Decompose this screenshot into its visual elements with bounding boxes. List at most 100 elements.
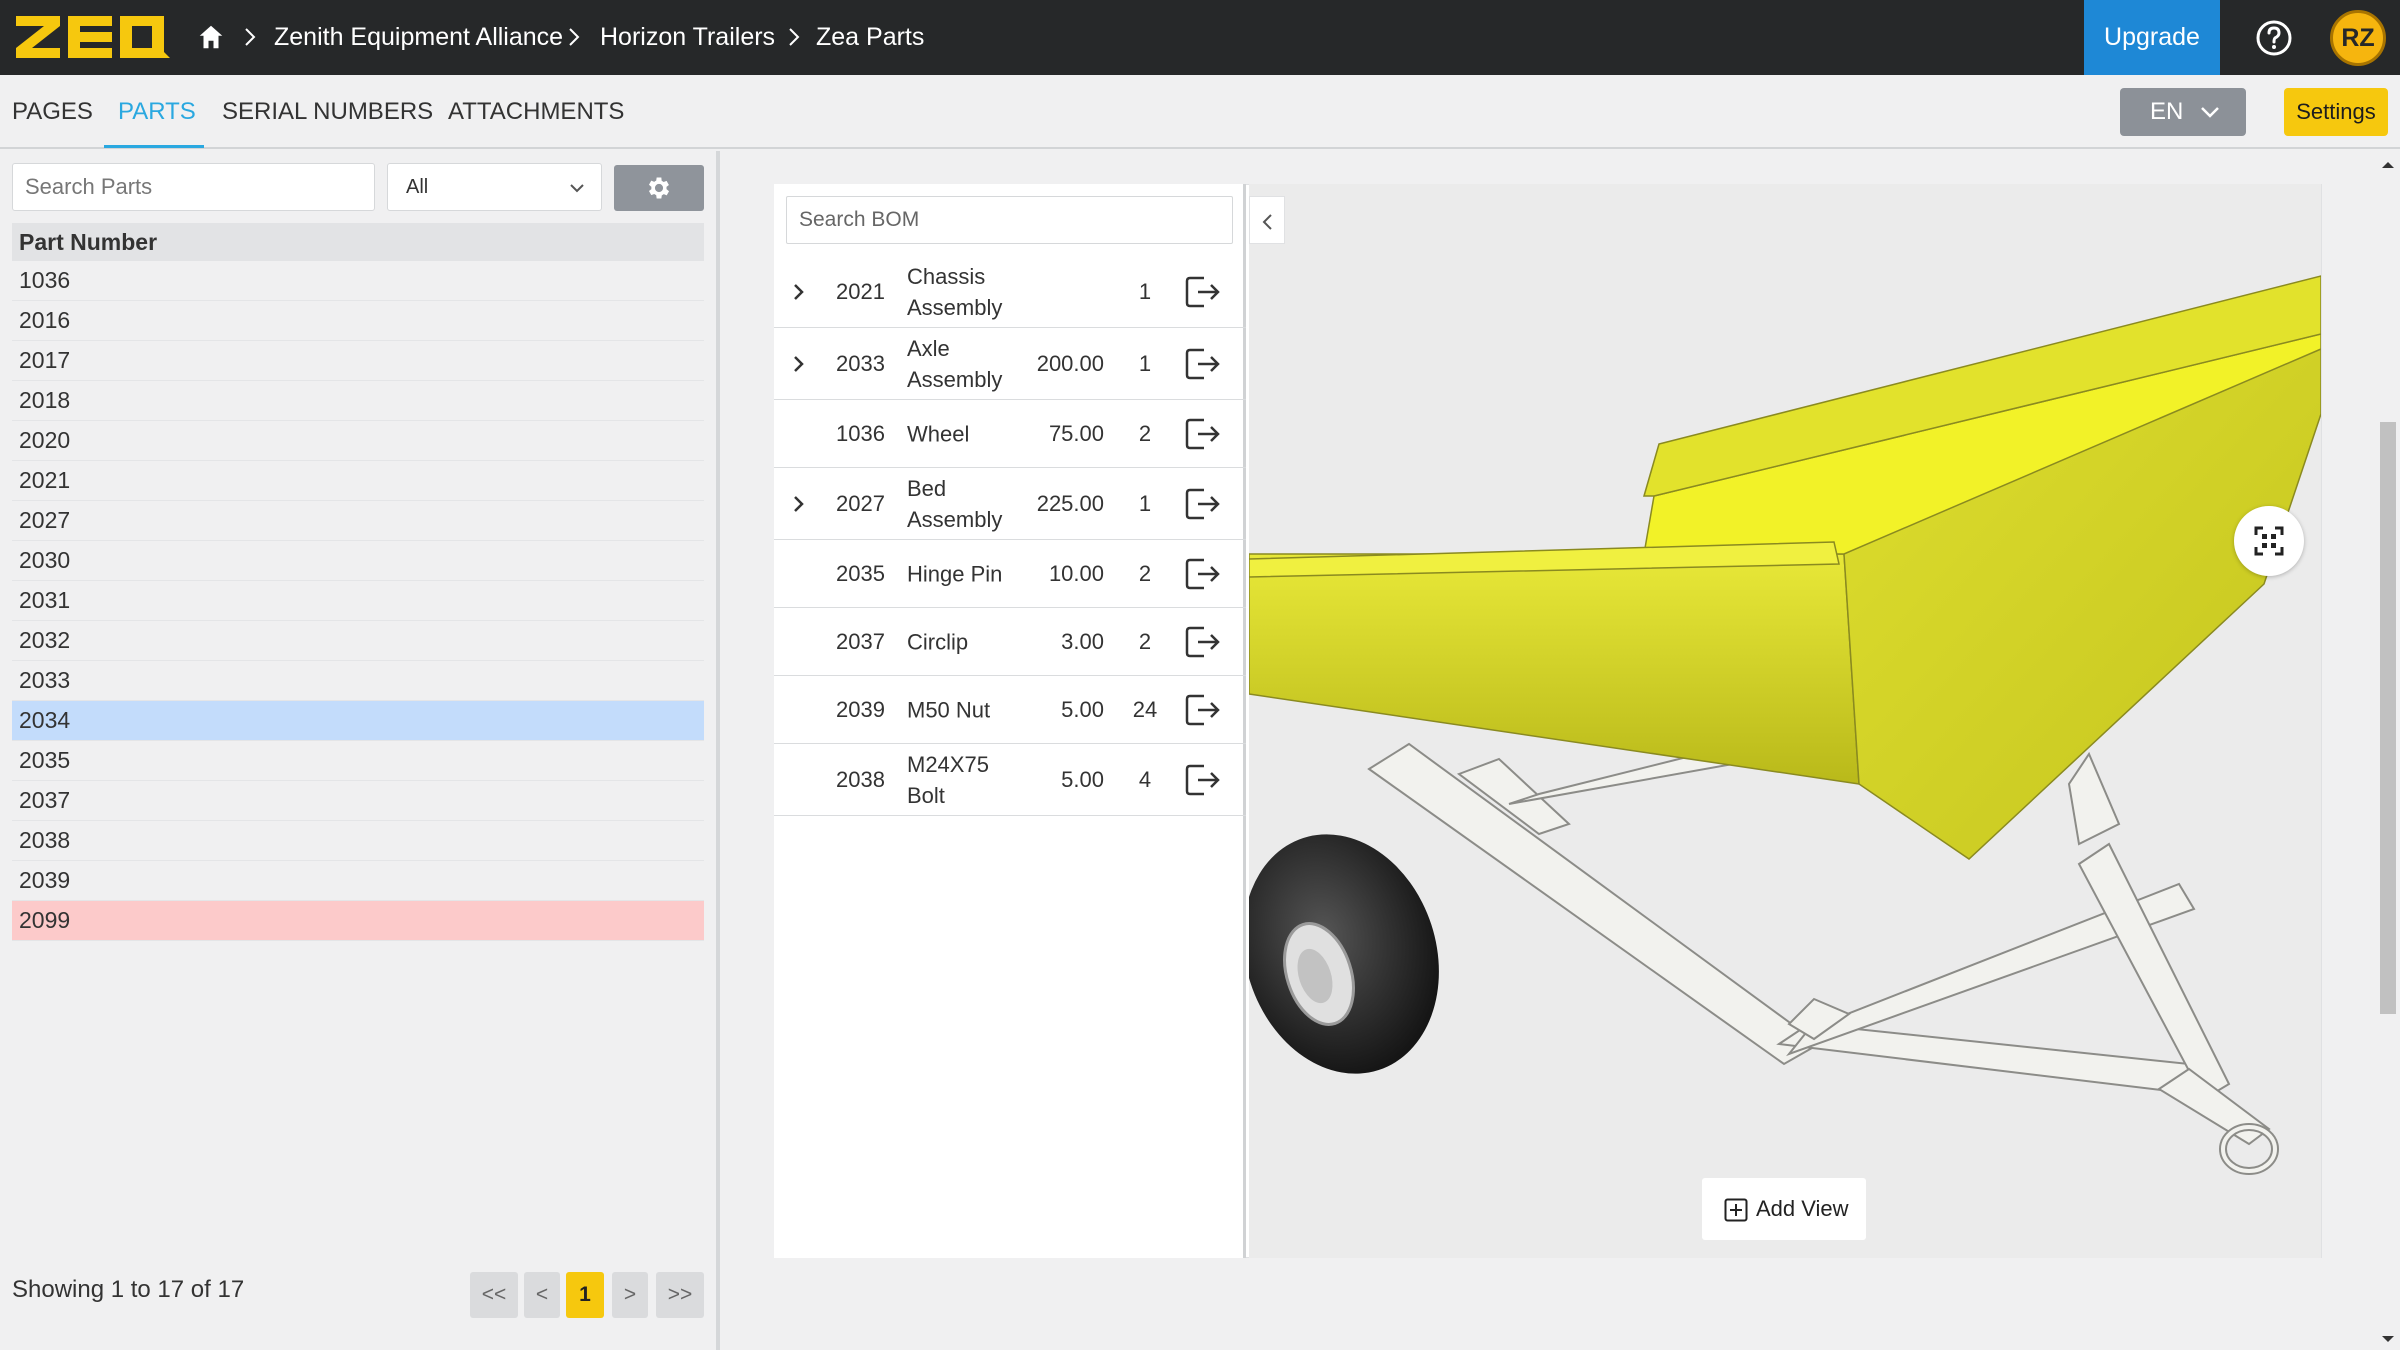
bom-row[interactable]: 1036 Wheel 75.00 2 xyxy=(774,400,1246,468)
language-select[interactable]: EN xyxy=(2120,88,2246,136)
part-row[interactable]: 2027 xyxy=(12,501,704,541)
active-tab-indicator xyxy=(104,145,204,148)
bom-part-number: 2035 xyxy=(836,560,885,586)
bom-part-number: 2027 xyxy=(836,490,885,516)
bom-price: 5.00 xyxy=(1061,696,1104,722)
help-icon[interactable] xyxy=(2254,18,2294,58)
tab-bar: PAGES PARTS SERIAL NUMBERS ATTACHMENTS E… xyxy=(0,75,2400,149)
bom-description: M50 Nut xyxy=(907,697,991,722)
tab-pages[interactable]: PAGES xyxy=(12,97,93,127)
fit-view-button[interactable] xyxy=(2234,506,2304,576)
collapse-bom-button[interactable] xyxy=(1249,196,1285,244)
add-box-icon xyxy=(1724,1198,1748,1222)
scroll-down-icon[interactable] xyxy=(2381,1334,2395,1344)
parts-settings-button[interactable] xyxy=(614,165,704,211)
bom-row[interactable]: 2035 Hinge Pin 10.00 2 xyxy=(774,540,1246,608)
part-row[interactable]: 1036 xyxy=(12,261,704,301)
bom-part-number: 2021 xyxy=(836,278,885,304)
avatar[interactable]: RZ xyxy=(2330,10,2386,66)
part-row[interactable]: 2017 xyxy=(12,341,704,381)
current-page-button[interactable]: 1 xyxy=(566,1272,604,1318)
parts-filter-value: All xyxy=(406,176,429,198)
next-page-button[interactable]: > xyxy=(612,1272,648,1318)
exit-icon[interactable] xyxy=(1184,692,1222,728)
bom-panel: 2021Chassis Assembly1 2033 Axle Assembly 20… xyxy=(774,184,1246,1258)
bom-price: 5.00 xyxy=(1061,766,1104,792)
expand-chevron-icon[interactable] xyxy=(792,494,806,514)
tab-parts[interactable]: PARTS xyxy=(118,97,196,127)
bom-price: 200.00 xyxy=(1036,350,1104,376)
part-row[interactable]: 2032 xyxy=(12,621,704,661)
exit-icon[interactable] xyxy=(1184,624,1222,660)
chevron-right-icon xyxy=(789,28,800,46)
bom-description: Wheel xyxy=(907,421,970,446)
parts-filter-select[interactable]: All xyxy=(387,163,602,211)
parts-rows: 1036 2016 2017 2018 2020 2021 2027 2030 2031 2032… xyxy=(12,261,704,941)
first-page-button[interactable]: << xyxy=(470,1272,518,1318)
part-row[interactable]: 2030 xyxy=(12,541,704,581)
bom-row[interactable]: 2039 M50 Nut 5.00 24 xyxy=(774,676,1246,744)
part-row[interactable]: 2038 xyxy=(12,821,704,861)
part-row[interactable]: 2037 xyxy=(12,781,704,821)
bom-row[interactable]: 2021 Chassis Assembly 1 xyxy=(774,256,1246,328)
home-icon[interactable] xyxy=(196,22,226,52)
search-bom-input[interactable] xyxy=(786,196,1233,244)
bom-quantity: 2 xyxy=(1138,628,1152,654)
bom-description: Bed Assembly xyxy=(907,475,1003,532)
prev-page-button[interactable]: < xyxy=(524,1272,560,1318)
last-page-button[interactable]: >> xyxy=(656,1272,704,1318)
expand-chevron-icon[interactable] xyxy=(792,282,806,302)
settings-button[interactable]: Settings xyxy=(2284,88,2388,136)
parts-column-header[interactable]: Part Number xyxy=(12,223,704,261)
part-row[interactable]: 2016 xyxy=(12,301,704,341)
exit-icon[interactable] xyxy=(1184,486,1222,522)
exit-icon[interactable] xyxy=(1184,346,1222,382)
bom-part-number: 2033 xyxy=(836,350,885,376)
chevron-down-icon xyxy=(570,184,584,193)
top-bar: Zenith Equipment Alliance Horizon Traile… xyxy=(0,0,2400,75)
tab-attachments[interactable]: ATTACHMENTS xyxy=(448,97,624,127)
part-row[interactable]: 2031 xyxy=(12,581,704,621)
upgrade-button[interactable]: Upgrade xyxy=(2084,0,2220,75)
bom-row[interactable]: 2038 M24X75 Bolt 5.00 4 xyxy=(774,744,1246,816)
exit-icon[interactable] xyxy=(1184,416,1222,452)
bom-description: Circlip xyxy=(907,629,969,654)
bom-table: 2021 Chassis Assembly 1 2033 Axle Assembly 20… xyxy=(774,256,1246,816)
language-value: EN xyxy=(2150,98,2184,125)
chevron-right-icon xyxy=(569,28,580,46)
part-row[interactable]: 2099 xyxy=(12,901,704,941)
part-row[interactable]: 2021 xyxy=(12,461,704,501)
exit-icon[interactable] xyxy=(1184,556,1222,592)
exit-icon[interactable] xyxy=(1184,274,1222,310)
scrollbar-thumb[interactable] xyxy=(2380,422,2396,1014)
breadcrumb-item[interactable]: Horizon Trailers xyxy=(600,19,775,55)
scroll-up-icon[interactable] xyxy=(2381,160,2395,170)
chevron-left-icon xyxy=(1262,214,1272,230)
tab-serial-numbers[interactable]: SERIAL NUMBERS xyxy=(222,97,433,127)
zea-logo[interactable] xyxy=(14,14,172,60)
bom-row[interactable]: 2027 Bed Assembly 225.00 1 xyxy=(774,468,1246,540)
part-row[interactable]: 2020 xyxy=(12,421,704,461)
expand-chevron-icon[interactable] xyxy=(792,354,806,374)
bom-part-number: 2037 xyxy=(836,628,885,654)
exit-icon[interactable] xyxy=(1184,762,1222,798)
panel-splitter[interactable] xyxy=(716,151,720,1350)
part-row[interactable]: 2035 xyxy=(12,741,704,781)
add-view-button[interactable]: Add View xyxy=(1702,1178,1866,1240)
bom-row[interactable]: 2037 Circlip 3.00 2 xyxy=(774,608,1246,676)
bom-quantity: 24 xyxy=(1132,696,1158,722)
search-parts-input[interactable] xyxy=(12,163,375,211)
breadcrumb-item[interactable]: Zenith Equipment Alliance xyxy=(274,19,563,55)
trailer-3d-model[interactable] xyxy=(1249,184,2321,1258)
bom-part-number: 1036 xyxy=(836,420,885,446)
bom-description: Axle Assembly xyxy=(907,335,1003,392)
part-row[interactable]: 2039 xyxy=(12,861,704,901)
part-row[interactable]: 2033 xyxy=(12,661,704,701)
part-row[interactable]: 2018 xyxy=(12,381,704,421)
part-row[interactable]: 2034 xyxy=(12,701,704,741)
parts-panel: All Part Number 103620162017201820202021… xyxy=(0,151,716,1350)
3d-viewer[interactable] xyxy=(1249,184,2321,1258)
bom-row[interactable]: 2033 Axle Assembly 200.00 1 xyxy=(774,328,1246,400)
bom-part-number: 2039 xyxy=(836,696,885,722)
breadcrumb-item-current: Zea Parts xyxy=(816,23,925,51)
